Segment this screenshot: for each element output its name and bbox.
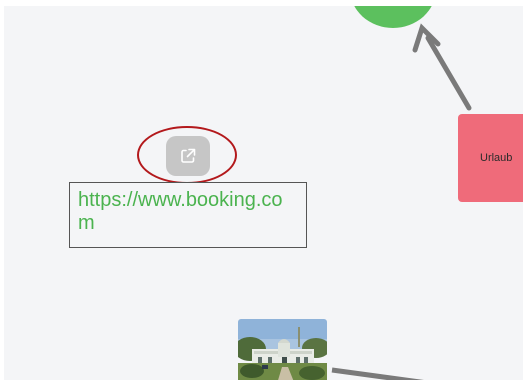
connector-image-to-right [331,367,424,380]
mindmap-canvas[interactable]: Urlaub https://www.booking.com [4,6,523,380]
building-photo [238,319,327,380]
link-url-text[interactable]: https://www.booking.com [78,189,298,235]
image-node[interactable] [238,319,327,380]
highlight-circle-annotation [137,126,237,184]
connector-urlaub-to-green [425,35,472,111]
link-node[interactable]: https://www.booking.com [69,182,307,248]
urlaub-node-label: Urlaub [480,152,513,164]
urlaub-node[interactable]: Urlaub [458,114,523,202]
